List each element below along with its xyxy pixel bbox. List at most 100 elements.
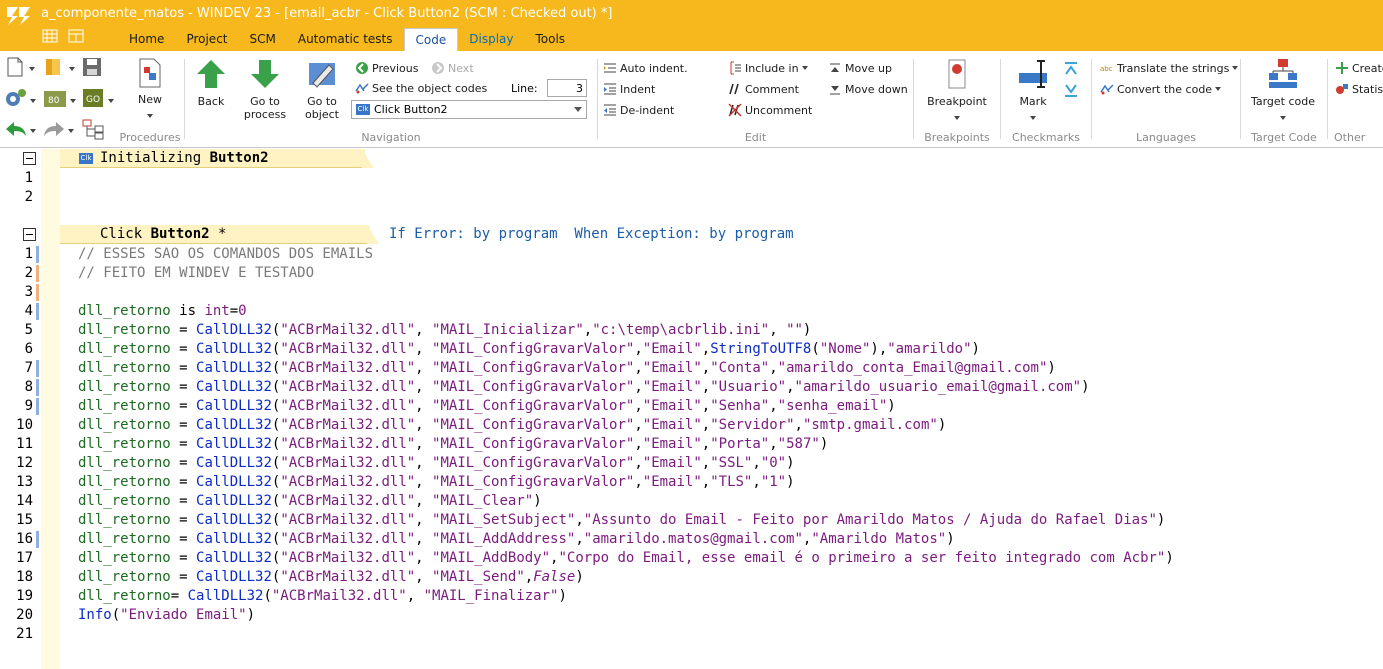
code-line[interactable]: dll_retorno = CallDLL32("ACBrMail32.dll"… bbox=[78, 321, 811, 340]
back-button[interactable]: Back bbox=[191, 57, 231, 108]
code-line[interactable]: dll_retorno = CallDLL32("ACBrMail32.dll"… bbox=[78, 397, 896, 416]
collapse-init-section-button[interactable] bbox=[23, 152, 36, 165]
code-line[interactable]: // ESSES SAO OS COMANDOS DOS EMAILS bbox=[78, 245, 373, 264]
next-icon bbox=[432, 62, 444, 74]
hierarchy-icon[interactable] bbox=[81, 118, 105, 140]
move-down-icon bbox=[830, 86, 840, 95]
tab-project[interactable]: Project bbox=[175, 28, 238, 51]
code-token: , bbox=[701, 379, 711, 395]
process-combo-value: Click Button2 bbox=[374, 103, 448, 116]
chevron-down-icon[interactable] bbox=[30, 99, 36, 103]
error-exception-settings[interactable]: If Error: by program When Exception: by … bbox=[389, 225, 794, 244]
line-number: 19 bbox=[16, 588, 33, 604]
breakpoint-button[interactable]: Breakpoint bbox=[924, 57, 990, 123]
tab-code[interactable]: Code bbox=[403, 28, 459, 51]
tab-tools[interactable]: Tools bbox=[524, 28, 576, 51]
tab-scm[interactable]: SCM bbox=[239, 28, 287, 51]
go-to-object-label-1: Go to bbox=[307, 95, 337, 108]
chevron-down-icon[interactable] bbox=[68, 129, 74, 133]
go-to-process-button[interactable]: Go to process bbox=[241, 57, 289, 121]
code-line[interactable]: Info("Enviado Email") bbox=[78, 606, 255, 625]
code-line[interactable]: dll_retorno = CallDLL32("ACBrMail32.dll"… bbox=[78, 568, 584, 587]
code-token: , bbox=[634, 455, 643, 471]
collapse-click-section-button[interactable] bbox=[23, 228, 36, 241]
chevron-down-icon[interactable] bbox=[108, 99, 114, 103]
code-token: CallDLL32 bbox=[196, 322, 272, 338]
chevron-down-icon[interactable] bbox=[30, 129, 36, 133]
indent-button[interactable]: Indent bbox=[603, 82, 655, 96]
code-editor[interactable]: Clk Initializing Button2 1 2 Click Butto… bbox=[0, 149, 1383, 669]
code-token: ) bbox=[246, 607, 256, 623]
code-line[interactable]: dll_retorno = CallDLL32("ACBrMail32.dll"… bbox=[78, 378, 1090, 397]
compile-icon[interactable]: GO bbox=[81, 87, 105, 109]
comment-button[interactable]: Comment bbox=[728, 82, 799, 96]
code-line[interactable]: dll_retorno = CallDLL32("ACBrMail32.dll"… bbox=[78, 359, 1056, 378]
code-token: "MAIL_AddBody" bbox=[432, 550, 551, 566]
move-down-button[interactable]: Move down bbox=[828, 82, 908, 96]
statistics-button[interactable]: Statisti bbox=[1335, 82, 1383, 96]
window-80-icon[interactable]: 80 bbox=[42, 87, 68, 109]
include-in-button[interactable]: Include in bbox=[728, 61, 808, 75]
code-token: , bbox=[415, 436, 433, 452]
next-button[interactable]: Next bbox=[431, 61, 474, 75]
move-up-button[interactable]: Move up bbox=[828, 61, 892, 75]
code-line[interactable]: dll_retorno= CallDLL32("ACBrMail32.dll",… bbox=[78, 587, 567, 606]
code-token: "Senha" bbox=[710, 398, 770, 414]
code-token: , bbox=[786, 379, 795, 395]
code-token: "ACBrMail32.dll" bbox=[280, 550, 416, 566]
code-line[interactable]: dll_retorno = CallDLL32("ACBrMail32.dll"… bbox=[78, 549, 1174, 568]
new-procedure-button[interactable]: New bbox=[124, 57, 176, 121]
convert-code-button[interactable]: Convert the code bbox=[1100, 82, 1222, 96]
code-line[interactable]: dll_retorno = CallDLL32("ACBrMail32.dll"… bbox=[78, 416, 946, 435]
code-line[interactable]: dll_retorno = CallDLL32("ACBrMail32.dll"… bbox=[78, 530, 955, 549]
comment-icon bbox=[729, 83, 739, 95]
target-code-button[interactable]: Target code bbox=[1247, 57, 1319, 123]
code-line[interactable]: dll_retorno = CallDLL32("ACBrMail32.dll"… bbox=[78, 340, 980, 359]
auto-indent-button[interactable]: Auto indent. bbox=[603, 61, 688, 75]
code-token: "" bbox=[786, 322, 803, 338]
redo-icon[interactable] bbox=[42, 119, 66, 139]
open-folder-icon[interactable] bbox=[42, 56, 66, 78]
go-to-object-button[interactable]: Go to object bbox=[299, 57, 345, 121]
chevron-down-icon[interactable] bbox=[69, 67, 75, 71]
create-button[interactable]: Create bbox=[1335, 61, 1383, 75]
mark-button[interactable]: Mark bbox=[1009, 57, 1057, 123]
procedures-group: New Procedures bbox=[116, 51, 184, 148]
process-combo[interactable]: Clk Click Button2 bbox=[351, 100, 587, 119]
code-token: = bbox=[170, 588, 188, 604]
previous-button[interactable]: Previous bbox=[355, 61, 419, 75]
line-number-input[interactable] bbox=[547, 79, 587, 97]
code-line[interactable]: dll_retorno = CallDLL32("ACBrMail32.dll"… bbox=[78, 511, 1165, 530]
tab-home[interactable]: Home bbox=[118, 28, 175, 51]
line-number: 10 bbox=[16, 417, 33, 433]
chevron-down-icon[interactable] bbox=[70, 99, 76, 103]
previous-mark-icon[interactable] bbox=[1063, 61, 1079, 77]
chevron-down-icon[interactable] bbox=[29, 67, 35, 71]
save-icon[interactable] bbox=[81, 56, 103, 78]
code-token: "Conta" bbox=[710, 360, 770, 376]
new-document-icon[interactable] bbox=[5, 57, 27, 77]
window-layout-icon[interactable] bbox=[68, 29, 84, 43]
grid-icon[interactable] bbox=[42, 29, 58, 43]
code-token: dll_retorno bbox=[78, 322, 171, 338]
code-line[interactable]: dll_retorno is int=0 bbox=[78, 302, 247, 321]
next-mark-icon[interactable] bbox=[1063, 82, 1079, 98]
mark-icon bbox=[1019, 60, 1047, 88]
tab-automatic-tests[interactable]: Automatic tests bbox=[287, 28, 404, 51]
tab-display[interactable]: Display bbox=[458, 28, 524, 51]
code-token: dll_retorno bbox=[78, 531, 171, 547]
code-line[interactable]: dll_retorno = CallDLL32("ACBrMail32.dll"… bbox=[78, 454, 795, 473]
code-token: CallDLL32 bbox=[196, 474, 272, 490]
code-token: , bbox=[634, 474, 643, 490]
undo-icon[interactable] bbox=[4, 119, 28, 139]
uncomment-button[interactable]: Uncomment bbox=[728, 103, 812, 117]
code-token: , bbox=[769, 436, 778, 452]
de-indent-button[interactable]: De-indent bbox=[603, 103, 674, 117]
translate-strings-button[interactable]: abc Translate the strings bbox=[1100, 61, 1239, 75]
code-line[interactable]: dll_retorno = CallDLL32("ACBrMail32.dll"… bbox=[78, 492, 542, 511]
code-line[interactable]: // FEITO EM WINDEV E TESTADO bbox=[78, 264, 314, 283]
settings-gears-icon[interactable] bbox=[4, 87, 28, 109]
see-object-codes-button[interactable]: See the object codes bbox=[355, 81, 487, 95]
code-line[interactable]: dll_retorno = CallDLL32("ACBrMail32.dll"… bbox=[78, 473, 795, 492]
code-line[interactable]: dll_retorno = CallDLL32("ACBrMail32.dll"… bbox=[78, 435, 828, 454]
